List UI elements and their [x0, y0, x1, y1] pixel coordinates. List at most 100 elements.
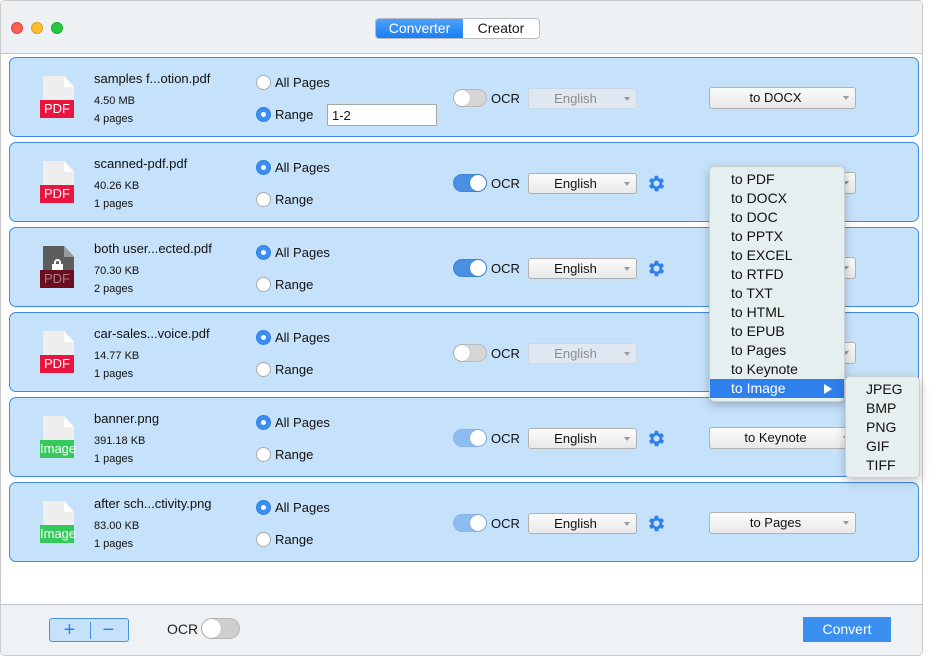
submenu-item[interactable]: JPEG — [846, 380, 919, 399]
output-format-select[interactable]: to DOCX — [709, 87, 856, 109]
ocr-language-select: English — [528, 88, 637, 109]
close-window-button[interactable] — [11, 22, 23, 34]
minimize-window-button[interactable] — [31, 22, 43, 34]
all-pages-radio[interactable]: All Pages — [256, 75, 330, 90]
menu-item[interactable]: to Pages — [710, 341, 844, 360]
remove-file-button[interactable]: − — [89, 619, 128, 641]
range-label: Range — [275, 362, 314, 377]
page-range-input[interactable] — [327, 104, 437, 126]
ocr-toggle[interactable] — [453, 344, 487, 362]
file-name: both user...ected.pdf — [94, 241, 212, 256]
ocr-toggle[interactable] — [453, 174, 487, 192]
radio-indicator[interactable] — [256, 75, 271, 90]
radio-indicator[interactable] — [256, 245, 271, 260]
all-pages-radio[interactable]: All Pages — [256, 160, 330, 175]
menu-item[interactable]: to RTFD — [710, 265, 844, 284]
range-label: Range — [275, 107, 314, 122]
file-type-badge: PDF — [40, 185, 74, 203]
menu-item[interactable]: to PDF — [710, 170, 844, 189]
ocr-language-select[interactable]: English — [528, 428, 637, 449]
menu-item[interactable]: to DOC — [710, 208, 844, 227]
ocr-language-value: English — [554, 176, 597, 191]
toggle-knob — [470, 430, 486, 446]
menu-item-label: to EPUB — [731, 323, 785, 339]
radio-indicator[interactable] — [256, 277, 271, 292]
tab-converter[interactable]: Converter — [376, 19, 463, 38]
radio-indicator[interactable] — [256, 532, 271, 547]
all-pages-radio[interactable]: All Pages — [256, 330, 330, 345]
menu-item[interactable]: to Image — [710, 379, 844, 398]
ocr-toggle[interactable] — [453, 514, 487, 532]
radio-indicator[interactable] — [256, 415, 271, 430]
range-radio[interactable]: Range — [256, 107, 313, 122]
ocr-toggle[interactable] — [453, 259, 487, 277]
format-dropdown-menu: to PDF to DOCX to DOC to PPTX to EXCEL to RTF… — [709, 166, 845, 402]
ocr-toggle[interactable] — [453, 89, 487, 107]
convert-button[interactable]: Convert — [803, 617, 891, 642]
output-format-select[interactable]: to Pages — [709, 512, 856, 534]
menu-item[interactable]: to EPUB — [710, 322, 844, 341]
ocr-language-select[interactable]: English — [528, 173, 637, 194]
gear-icon[interactable] — [646, 428, 667, 449]
menu-item-label: to Image — [731, 380, 786, 396]
menu-item-label: to PDF — [731, 171, 775, 187]
all-pages-label: All Pages — [275, 75, 330, 90]
output-format-value: to DOCX — [749, 90, 802, 105]
range-radio[interactable]: Range — [256, 447, 313, 462]
zoom-window-button[interactable] — [51, 22, 63, 34]
file-page-count: 4 pages — [94, 113, 134, 125]
file-type-badge: Image — [40, 440, 77, 458]
radio-indicator[interactable] — [256, 362, 271, 377]
tab-creator[interactable]: Creator — [463, 19, 539, 38]
gear-icon[interactable] — [646, 173, 667, 194]
radio-indicator[interactable] — [256, 500, 271, 515]
gear-icon[interactable] — [646, 513, 667, 534]
range-radio[interactable]: Range — [256, 532, 313, 547]
menu-item[interactable]: to HTML — [710, 303, 844, 322]
all-pages-radio[interactable]: All Pages — [256, 245, 330, 260]
range-radio[interactable]: Range — [256, 192, 313, 207]
radio-indicator[interactable] — [256, 447, 271, 462]
submenu-item[interactable]: PNG — [846, 418, 919, 437]
range-radio[interactable]: Range — [256, 277, 313, 292]
menu-item[interactable]: to DOCX — [710, 189, 844, 208]
submenu-item[interactable]: TIFF — [846, 456, 919, 475]
menu-item[interactable]: to PPTX — [710, 227, 844, 246]
radio-indicator[interactable] — [256, 160, 271, 175]
pdf-file-icon: PDF — [40, 76, 74, 118]
file-row[interactable]: Image after sch...ctivity.png 83.00 KB 1 p… — [9, 482, 919, 562]
ocr-language-value: English — [554, 346, 597, 361]
all-pages-radio[interactable]: All Pages — [256, 415, 330, 430]
ocr-toggle[interactable] — [453, 429, 487, 447]
radio-indicator[interactable] — [256, 192, 271, 207]
global-ocr-toggle[interactable] — [201, 618, 240, 639]
file-size: 70.30 KB — [94, 265, 140, 277]
add-file-button[interactable]: + — [50, 619, 89, 641]
toggle-knob — [454, 345, 470, 361]
chevron-down-icon — [624, 437, 630, 441]
submenu-item[interactable]: BMP — [846, 399, 919, 418]
ocr-label: OCR — [491, 431, 520, 446]
radio-indicator[interactable] — [256, 107, 271, 122]
file-name: samples f...otion.pdf — [94, 71, 211, 86]
chevron-down-icon — [624, 97, 630, 101]
range-radio[interactable]: Range — [256, 362, 313, 377]
file-row[interactable]: PDF samples f...otion.pdf 4.50 MB 4 pages A… — [9, 57, 919, 137]
output-format-select[interactable]: to Keynote — [709, 427, 856, 449]
menu-item[interactable]: to Keynote — [710, 360, 844, 379]
all-pages-radio[interactable]: All Pages — [256, 500, 330, 515]
menu-item-label: to Pages — [731, 342, 787, 358]
submenu-item[interactable]: GIF — [846, 437, 919, 456]
menu-item[interactable]: to TXT — [710, 284, 844, 303]
radio-indicator[interactable] — [256, 330, 271, 345]
gear-icon[interactable] — [646, 258, 667, 279]
ocr-language-select[interactable]: English — [528, 258, 637, 279]
titlebar: Converter Creator — [1, 1, 922, 54]
file-size: 14.77 KB — [94, 350, 140, 362]
chevron-down-icon — [624, 267, 630, 271]
menu-item[interactable]: to EXCEL — [710, 246, 844, 265]
file-row[interactable]: Image banner.png 391.18 KB 1 pages All Page… — [9, 397, 919, 477]
ocr-language-select[interactable]: English — [528, 513, 637, 534]
menu-item-label: to RTFD — [731, 266, 784, 282]
ocr-language-value: English — [554, 516, 597, 531]
